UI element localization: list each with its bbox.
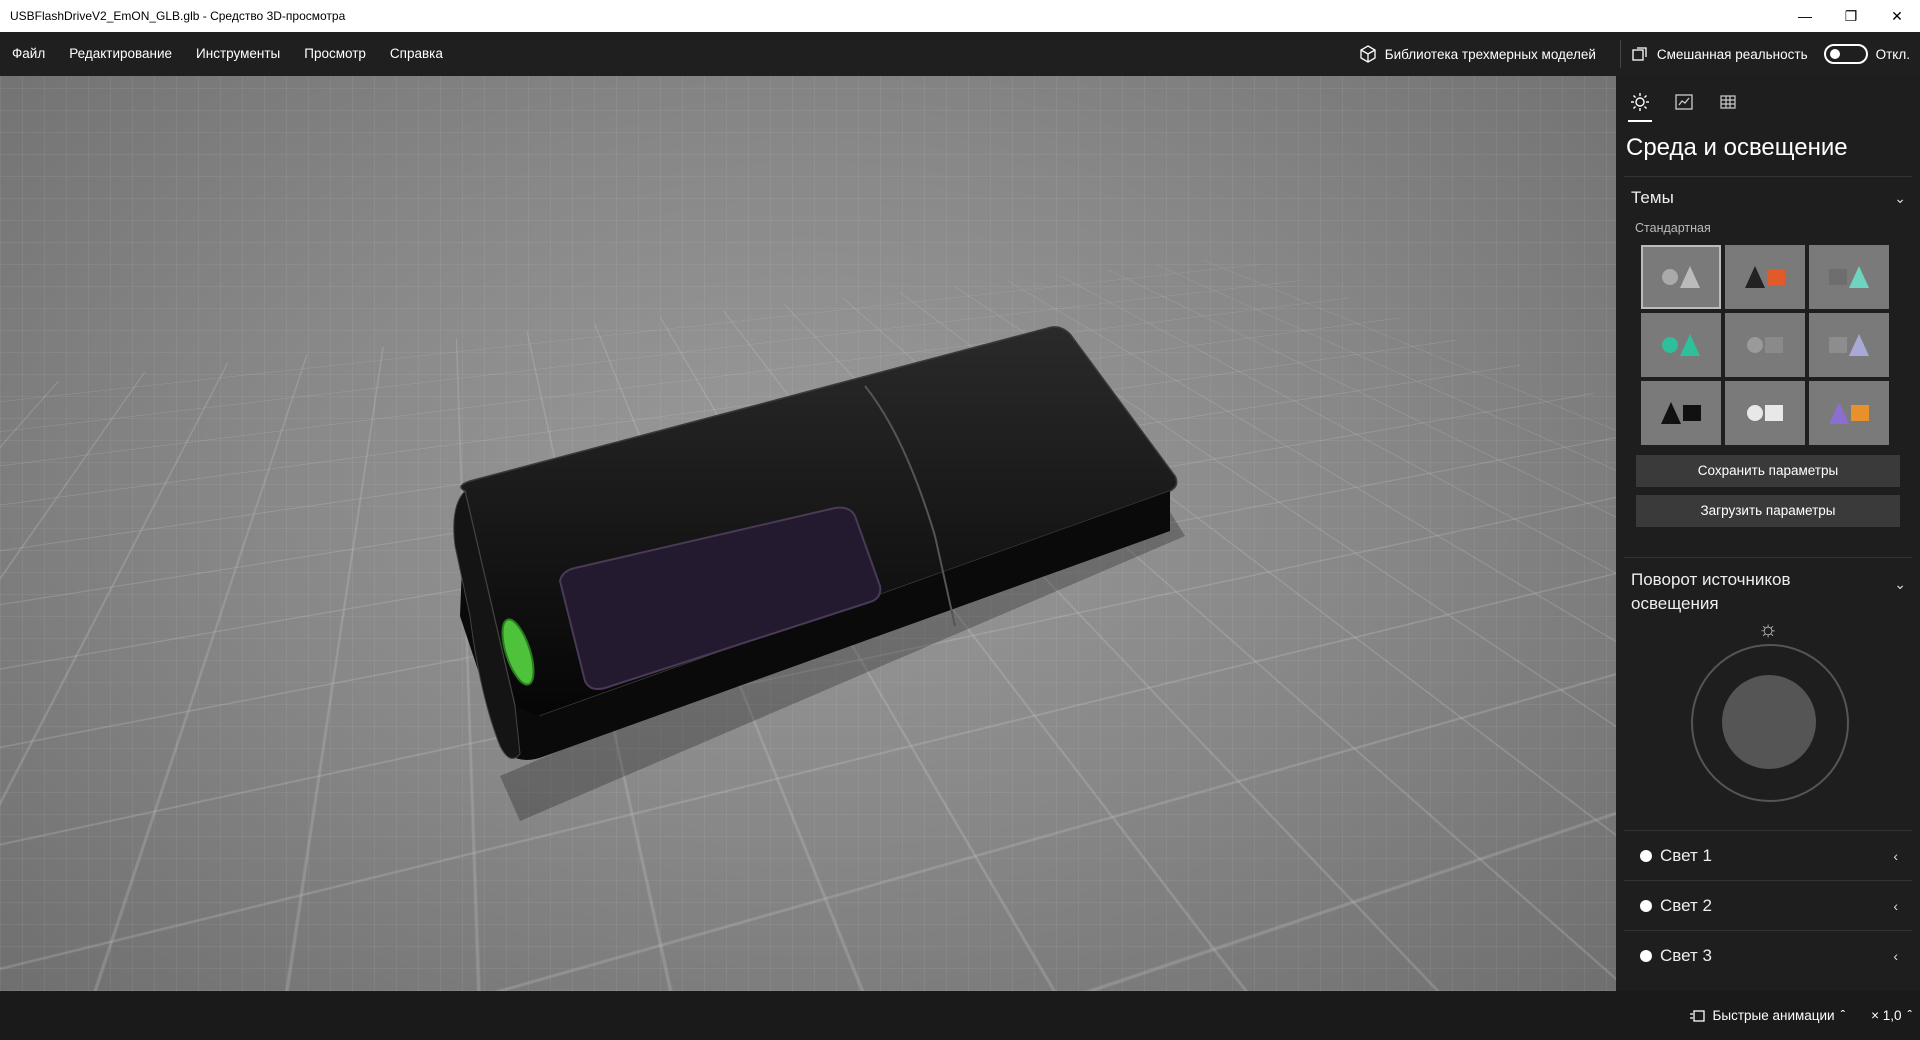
menu-bar: Файл Редактирование Инструменты Просмотр… xyxy=(0,32,1920,76)
theme-tile-7[interactable] xyxy=(1641,381,1721,445)
maximize-button[interactable]: ❐ xyxy=(1828,0,1874,32)
window-title: USBFlashDriveV2_EmON_GLB.glb - Средство … xyxy=(10,9,346,23)
menu-tools[interactable]: Инструменты xyxy=(184,32,292,76)
speed-label: × 1,0 xyxy=(1871,1008,1902,1023)
light-row-2[interactable]: Свет 2 ‹ xyxy=(1624,880,1912,930)
menu-right-group: Библиотека трехмерных моделей Смешанная … xyxy=(1345,32,1920,76)
theme-tile-9[interactable] xyxy=(1809,381,1889,445)
theme-tile-1[interactable] xyxy=(1641,245,1721,309)
animation-icon xyxy=(1689,1009,1705,1022)
rotation-heading: Поворот источников освещения xyxy=(1631,570,1791,613)
theme-tile-2[interactable] xyxy=(1725,245,1805,309)
3d-library-button[interactable]: Библиотека трехмерных моделей xyxy=(1345,32,1610,76)
tab-stats[interactable] xyxy=(1672,88,1696,116)
chevron-left-icon: ‹ xyxy=(1893,897,1898,914)
chevron-down-icon: ⌄ xyxy=(1894,189,1906,206)
theme-tile-5[interactable] xyxy=(1725,313,1805,377)
bottom-bar: Быстрые анимации ˆ × 1,0 ˆ xyxy=(0,991,1920,1040)
panel-tabs xyxy=(1616,76,1920,124)
light-2-dot xyxy=(1640,899,1652,912)
environment-panel: Среда и освещение Темы ⌄ Стандартная Сох… xyxy=(1616,76,1920,991)
tab-lighting[interactable] xyxy=(1628,88,1652,122)
mixed-reality-toggle[interactable] xyxy=(1823,44,1868,64)
quick-animations-button[interactable]: Быстрые анимации ˆ xyxy=(1689,1008,1846,1023)
stats-icon xyxy=(1675,94,1693,110)
theme-tile-8[interactable] xyxy=(1725,381,1805,445)
chevron-down-icon: ⌄ xyxy=(1894,576,1906,592)
chevron-left-icon: ‹ xyxy=(1893,847,1898,864)
chevron-up-icon: ˆ xyxy=(1907,1008,1913,1023)
menu-edit[interactable]: Редактирование xyxy=(57,32,184,76)
theme-tile-6[interactable] xyxy=(1809,313,1889,377)
minimize-button[interactable]: — xyxy=(1782,0,1828,32)
themes-section-header[interactable]: Темы ⌄ xyxy=(1616,177,1920,219)
usb-flash-drive-model[interactable] xyxy=(0,76,1616,991)
sun-icon xyxy=(1631,93,1649,111)
mixed-reality-label: Смешанная реальность xyxy=(1656,46,1808,62)
panel-title: Среда и освещение xyxy=(1626,134,1848,161)
quick-animations-label: Быстрые анимации xyxy=(1712,1008,1835,1023)
themes-subheading: Стандартная xyxy=(1635,221,1711,235)
menu-view[interactable]: Просмотр xyxy=(292,32,378,76)
themes-grid xyxy=(1616,241,1920,445)
light-3-dot xyxy=(1640,949,1652,962)
close-button[interactable]: ✕ xyxy=(1874,0,1920,32)
light-1-dot xyxy=(1640,849,1652,862)
chevron-left-icon: ‹ xyxy=(1893,947,1898,964)
load-settings-button[interactable]: Загрузить параметры xyxy=(1636,495,1900,527)
light-1-label: Свет 1 xyxy=(1660,845,1712,865)
chevron-up-icon: ˆ xyxy=(1840,1008,1846,1023)
light-3-label: Свет 3 xyxy=(1660,945,1712,965)
3d-viewport[interactable] xyxy=(0,76,1616,991)
light-rotation-dial[interactable]: ☼ xyxy=(1616,616,1920,816)
cube-icon xyxy=(1360,45,1376,63)
menu-divider xyxy=(1619,40,1621,68)
themes-heading: Темы xyxy=(1631,188,1674,207)
dial-knob[interactable] xyxy=(1722,675,1816,769)
grid-icon xyxy=(1720,95,1736,109)
menu-file[interactable]: Файл xyxy=(0,32,57,76)
sun-icon: ☼ xyxy=(1758,616,1779,641)
theme-tile-3[interactable] xyxy=(1809,245,1889,309)
light-row-3[interactable]: Свет 3 ‹ xyxy=(1624,930,1912,980)
speed-button[interactable]: × 1,0 ˆ xyxy=(1871,1008,1912,1023)
light-row-1[interactable]: Свет 1 ‹ xyxy=(1624,830,1912,880)
tab-mesh[interactable] xyxy=(1716,88,1740,116)
mixed-reality-state: Откл. xyxy=(1875,46,1910,62)
light-2-label: Свет 2 xyxy=(1660,895,1712,915)
mixed-reality-group: Смешанная реальность Откл. xyxy=(1631,44,1920,64)
save-settings-button[interactable]: Сохранить параметры xyxy=(1636,455,1900,487)
3d-library-label: Библиотека трехмерных моделей xyxy=(1384,46,1596,62)
title-bar: USBFlashDriveV2_EmON_GLB.glb - Средство … xyxy=(0,0,1920,32)
mixed-reality-icon xyxy=(1632,47,1647,61)
menu-help[interactable]: Справка xyxy=(378,32,455,76)
theme-tile-4[interactable] xyxy=(1641,313,1721,377)
rotation-section-header[interactable]: Поворот источников освещения ⌄ xyxy=(1616,558,1920,616)
